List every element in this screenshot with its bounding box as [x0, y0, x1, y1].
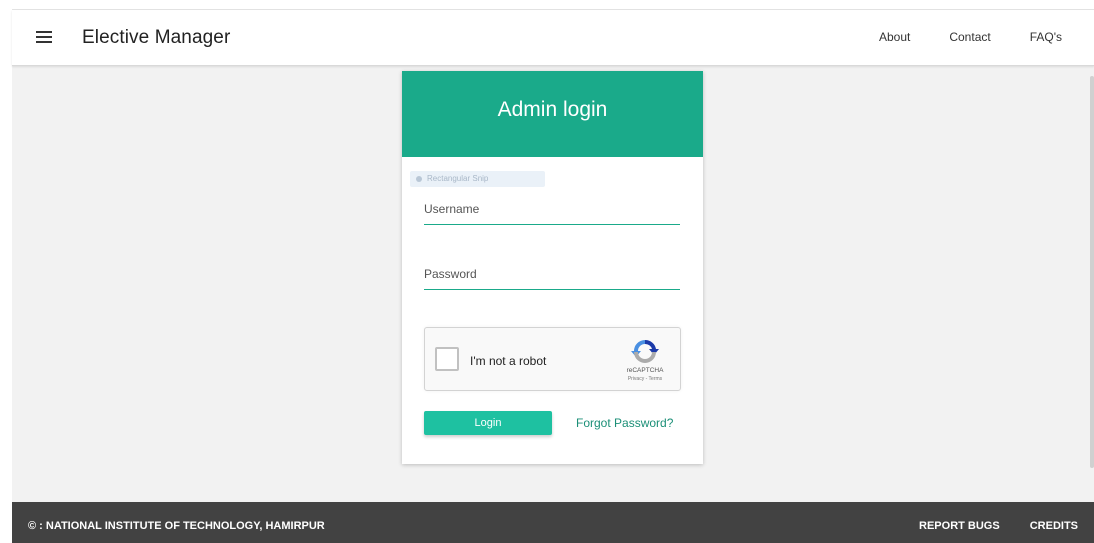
top-navbar: Elective Manager About Contact FAQ's [12, 10, 1094, 66]
credits-link[interactable]: CREDITS [1030, 520, 1078, 532]
nav-link-contact[interactable]: Contact [949, 30, 990, 44]
login-card: Admin login Rectangular Snip I'm not a r… [402, 71, 703, 464]
nav-link-about[interactable]: About [879, 30, 910, 44]
recaptcha-widget: I'm not a robot reCAPTCHA Privacy - Term… [424, 327, 681, 391]
card-title: Admin login [497, 97, 608, 121]
app-title: Elective Manager [82, 27, 231, 48]
footer-links: REPORT BUGS CREDITS [889, 520, 1078, 532]
nav-links: About Contact FAQ's [840, 30, 1062, 44]
username-field-wrapper [424, 200, 680, 225]
recaptcha-brand: reCAPTCHA [626, 367, 664, 374]
username-input[interactable] [424, 200, 680, 225]
snip-overlay-label: Rectangular Snip [427, 174, 489, 183]
forgot-password-link[interactable]: Forgot Password? [576, 416, 673, 430]
recaptcha-logo-icon [631, 339, 659, 363]
snip-icon [416, 176, 422, 182]
report-bugs-link[interactable]: REPORT BUGS [919, 520, 1000, 532]
main-content: Admin login Rectangular Snip I'm not a r… [12, 66, 1094, 502]
hamburger-menu-icon[interactable] [36, 30, 52, 44]
recaptcha-logo: reCAPTCHA Privacy - Terms [620, 337, 670, 382]
card-header: Admin login [402, 71, 703, 157]
snip-overlay: Rectangular Snip [410, 171, 545, 187]
nav-link-faqs[interactable]: FAQ's [1030, 30, 1062, 44]
recaptcha-checkbox[interactable] [435, 347, 459, 371]
scrollbar[interactable] [1090, 76, 1094, 468]
password-input[interactable] [424, 265, 680, 290]
recaptcha-label: I'm not a robot [470, 354, 547, 368]
recaptcha-terms[interactable]: Privacy - Terms [620, 376, 670, 382]
footer-copyright: © : NATIONAL INSTITUTE OF TECHNOLOGY, HA… [28, 520, 325, 532]
password-field-wrapper [424, 265, 680, 290]
login-button[interactable]: Login [424, 411, 552, 435]
footer: © : NATIONAL INSTITUTE OF TECHNOLOGY, HA… [12, 502, 1094, 543]
